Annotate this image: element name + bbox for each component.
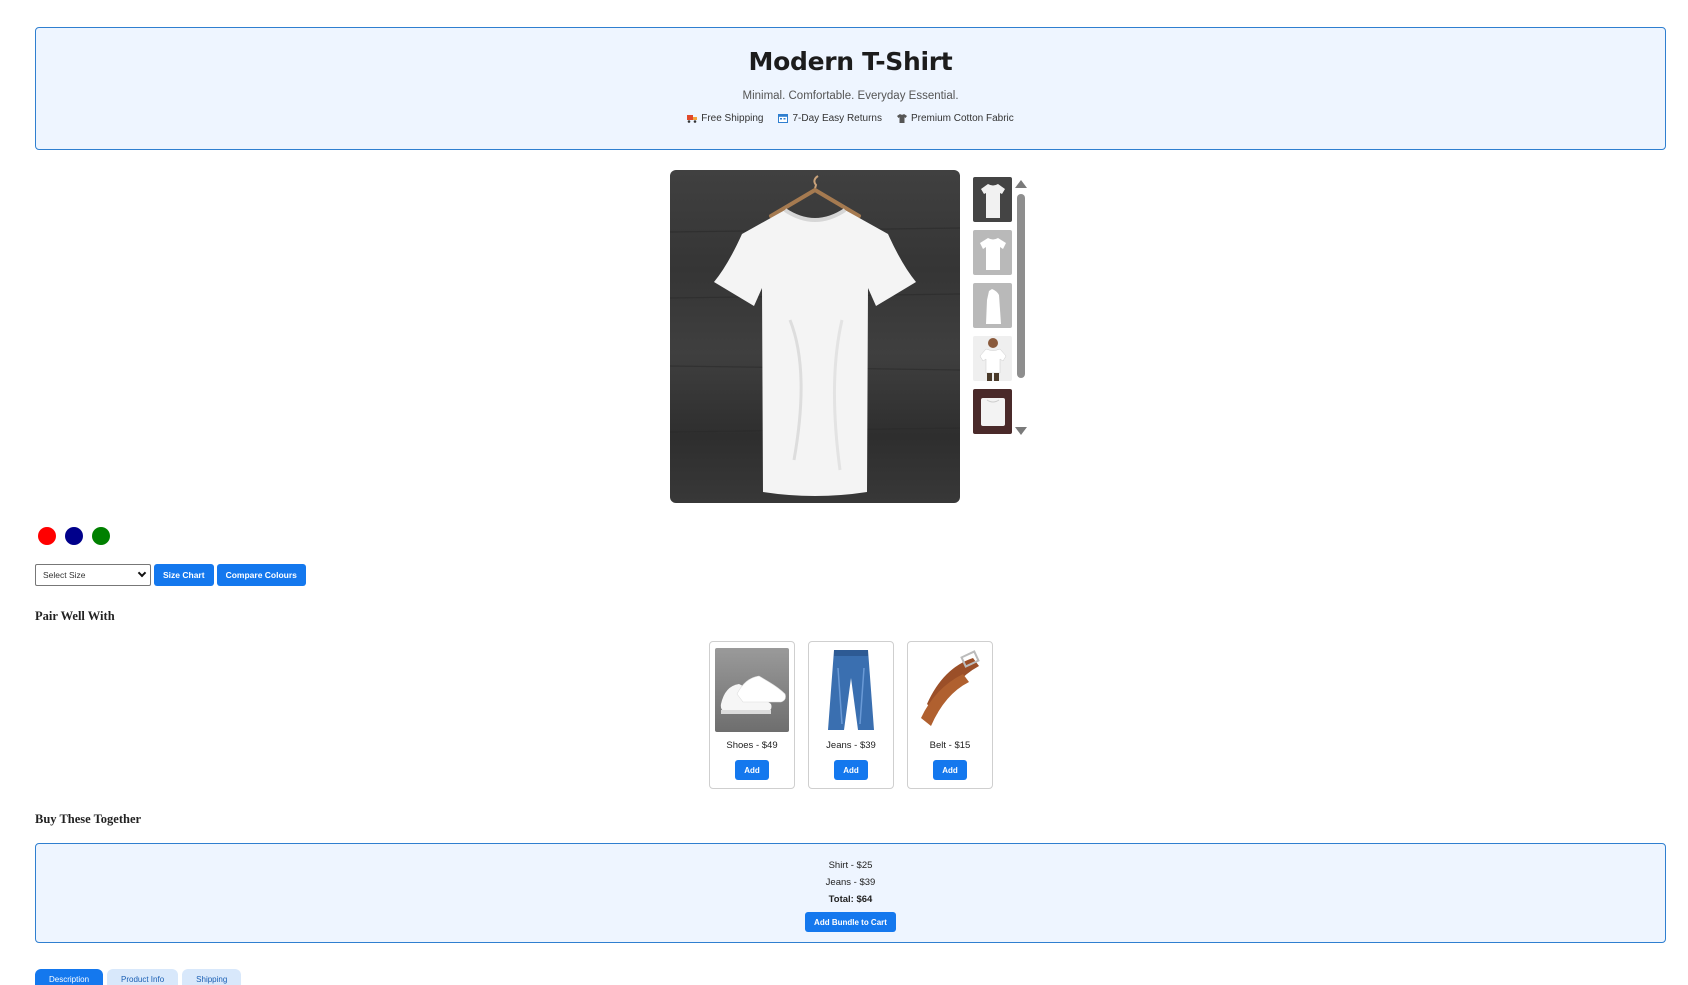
pair-section-title: Pair Well With xyxy=(35,609,115,623)
main-product-image[interactable] xyxy=(670,170,960,503)
product-title: Modern T-Shirt xyxy=(748,47,953,76)
swatch-red[interactable] xyxy=(38,527,56,545)
product-tagline: Minimal. Comfortable. Everyday Essential… xyxy=(742,90,959,102)
size-select[interactable]: Select Size xyxy=(35,564,151,586)
tab-description[interactable]: Description xyxy=(35,969,104,985)
tshirt-image xyxy=(670,175,960,496)
thumbnail-2[interactable] xyxy=(973,230,1012,275)
product-label: Belt - $15 xyxy=(929,740,971,751)
feature-fabric: Premium Cotton Fabric xyxy=(896,113,1014,124)
thumbnail-list xyxy=(973,177,1013,442)
compare-colours-button[interactable]: Compare Colours xyxy=(216,564,306,586)
pair-products: Shoes - $49 Add Jeans - $39 Add Belt - $… xyxy=(709,641,993,789)
bundle-line-jeans: Jeans - $39 xyxy=(825,877,876,888)
bundle-section-title: Buy These Together xyxy=(35,812,142,826)
product-label: Shoes - $49 xyxy=(726,740,778,751)
product-tabs: Description Product Info Shipping xyxy=(35,969,242,985)
add-belt-button[interactable]: Add xyxy=(933,760,967,780)
bundle-total: Total: $64 xyxy=(828,894,873,905)
scrollbar-thumb[interactable] xyxy=(1017,194,1025,378)
size-chart-button[interactable]: Size Chart xyxy=(154,564,214,586)
product-label: Jeans - $39 xyxy=(826,740,876,751)
add-shoes-button[interactable]: Add xyxy=(735,760,769,780)
tab-shipping[interactable]: Shipping xyxy=(182,969,242,985)
color-swatches xyxy=(38,527,110,545)
size-controls: Select Size Size Chart Compare Colours xyxy=(35,564,306,586)
add-jeans-button[interactable]: Add xyxy=(834,760,868,780)
thumbnail-1[interactable] xyxy=(973,177,1012,222)
tab-product-info[interactable]: Product Info xyxy=(107,969,179,985)
scroll-down-icon[interactable] xyxy=(1015,427,1027,435)
product-card-jeans: Jeans - $39 Add xyxy=(808,641,894,789)
thumbnail-scrollbar[interactable] xyxy=(1015,180,1027,435)
size-select-value: Select Size xyxy=(43,570,86,580)
feature-list: Free Shipping 7-Day Easy Returns Premium… xyxy=(36,113,1665,124)
hero-banner: Modern T-Shirt Minimal. Comfortable. Eve… xyxy=(35,27,1666,150)
chevron-down-icon xyxy=(137,568,147,578)
shirt-icon xyxy=(896,114,907,123)
thumbnail-4[interactable] xyxy=(973,336,1012,381)
bundle-box: Shirt - $25 Jeans - $39 Total: $64 Add B… xyxy=(35,843,1666,943)
jeans-image xyxy=(814,648,888,732)
product-card-belt: Belt - $15 Add xyxy=(907,641,993,789)
swatch-navy[interactable] xyxy=(65,527,83,545)
bundle-line-shirt: Shirt - $25 xyxy=(828,860,873,871)
shoes-image xyxy=(715,648,789,732)
feature-returns: 7-Day Easy Returns xyxy=(778,113,882,124)
truck-icon xyxy=(687,115,698,123)
belt-image xyxy=(913,648,987,732)
thumbnail-3[interactable] xyxy=(973,283,1012,328)
swatch-green[interactable] xyxy=(92,527,110,545)
calendar-icon xyxy=(778,114,789,123)
add-bundle-button[interactable]: Add Bundle to Cart xyxy=(805,912,896,932)
product-card-shoes: Shoes - $49 Add xyxy=(709,641,795,789)
feature-shipping: Free Shipping xyxy=(687,113,763,124)
thumbnail-5[interactable] xyxy=(973,389,1012,434)
scroll-up-icon[interactable] xyxy=(1015,180,1027,188)
